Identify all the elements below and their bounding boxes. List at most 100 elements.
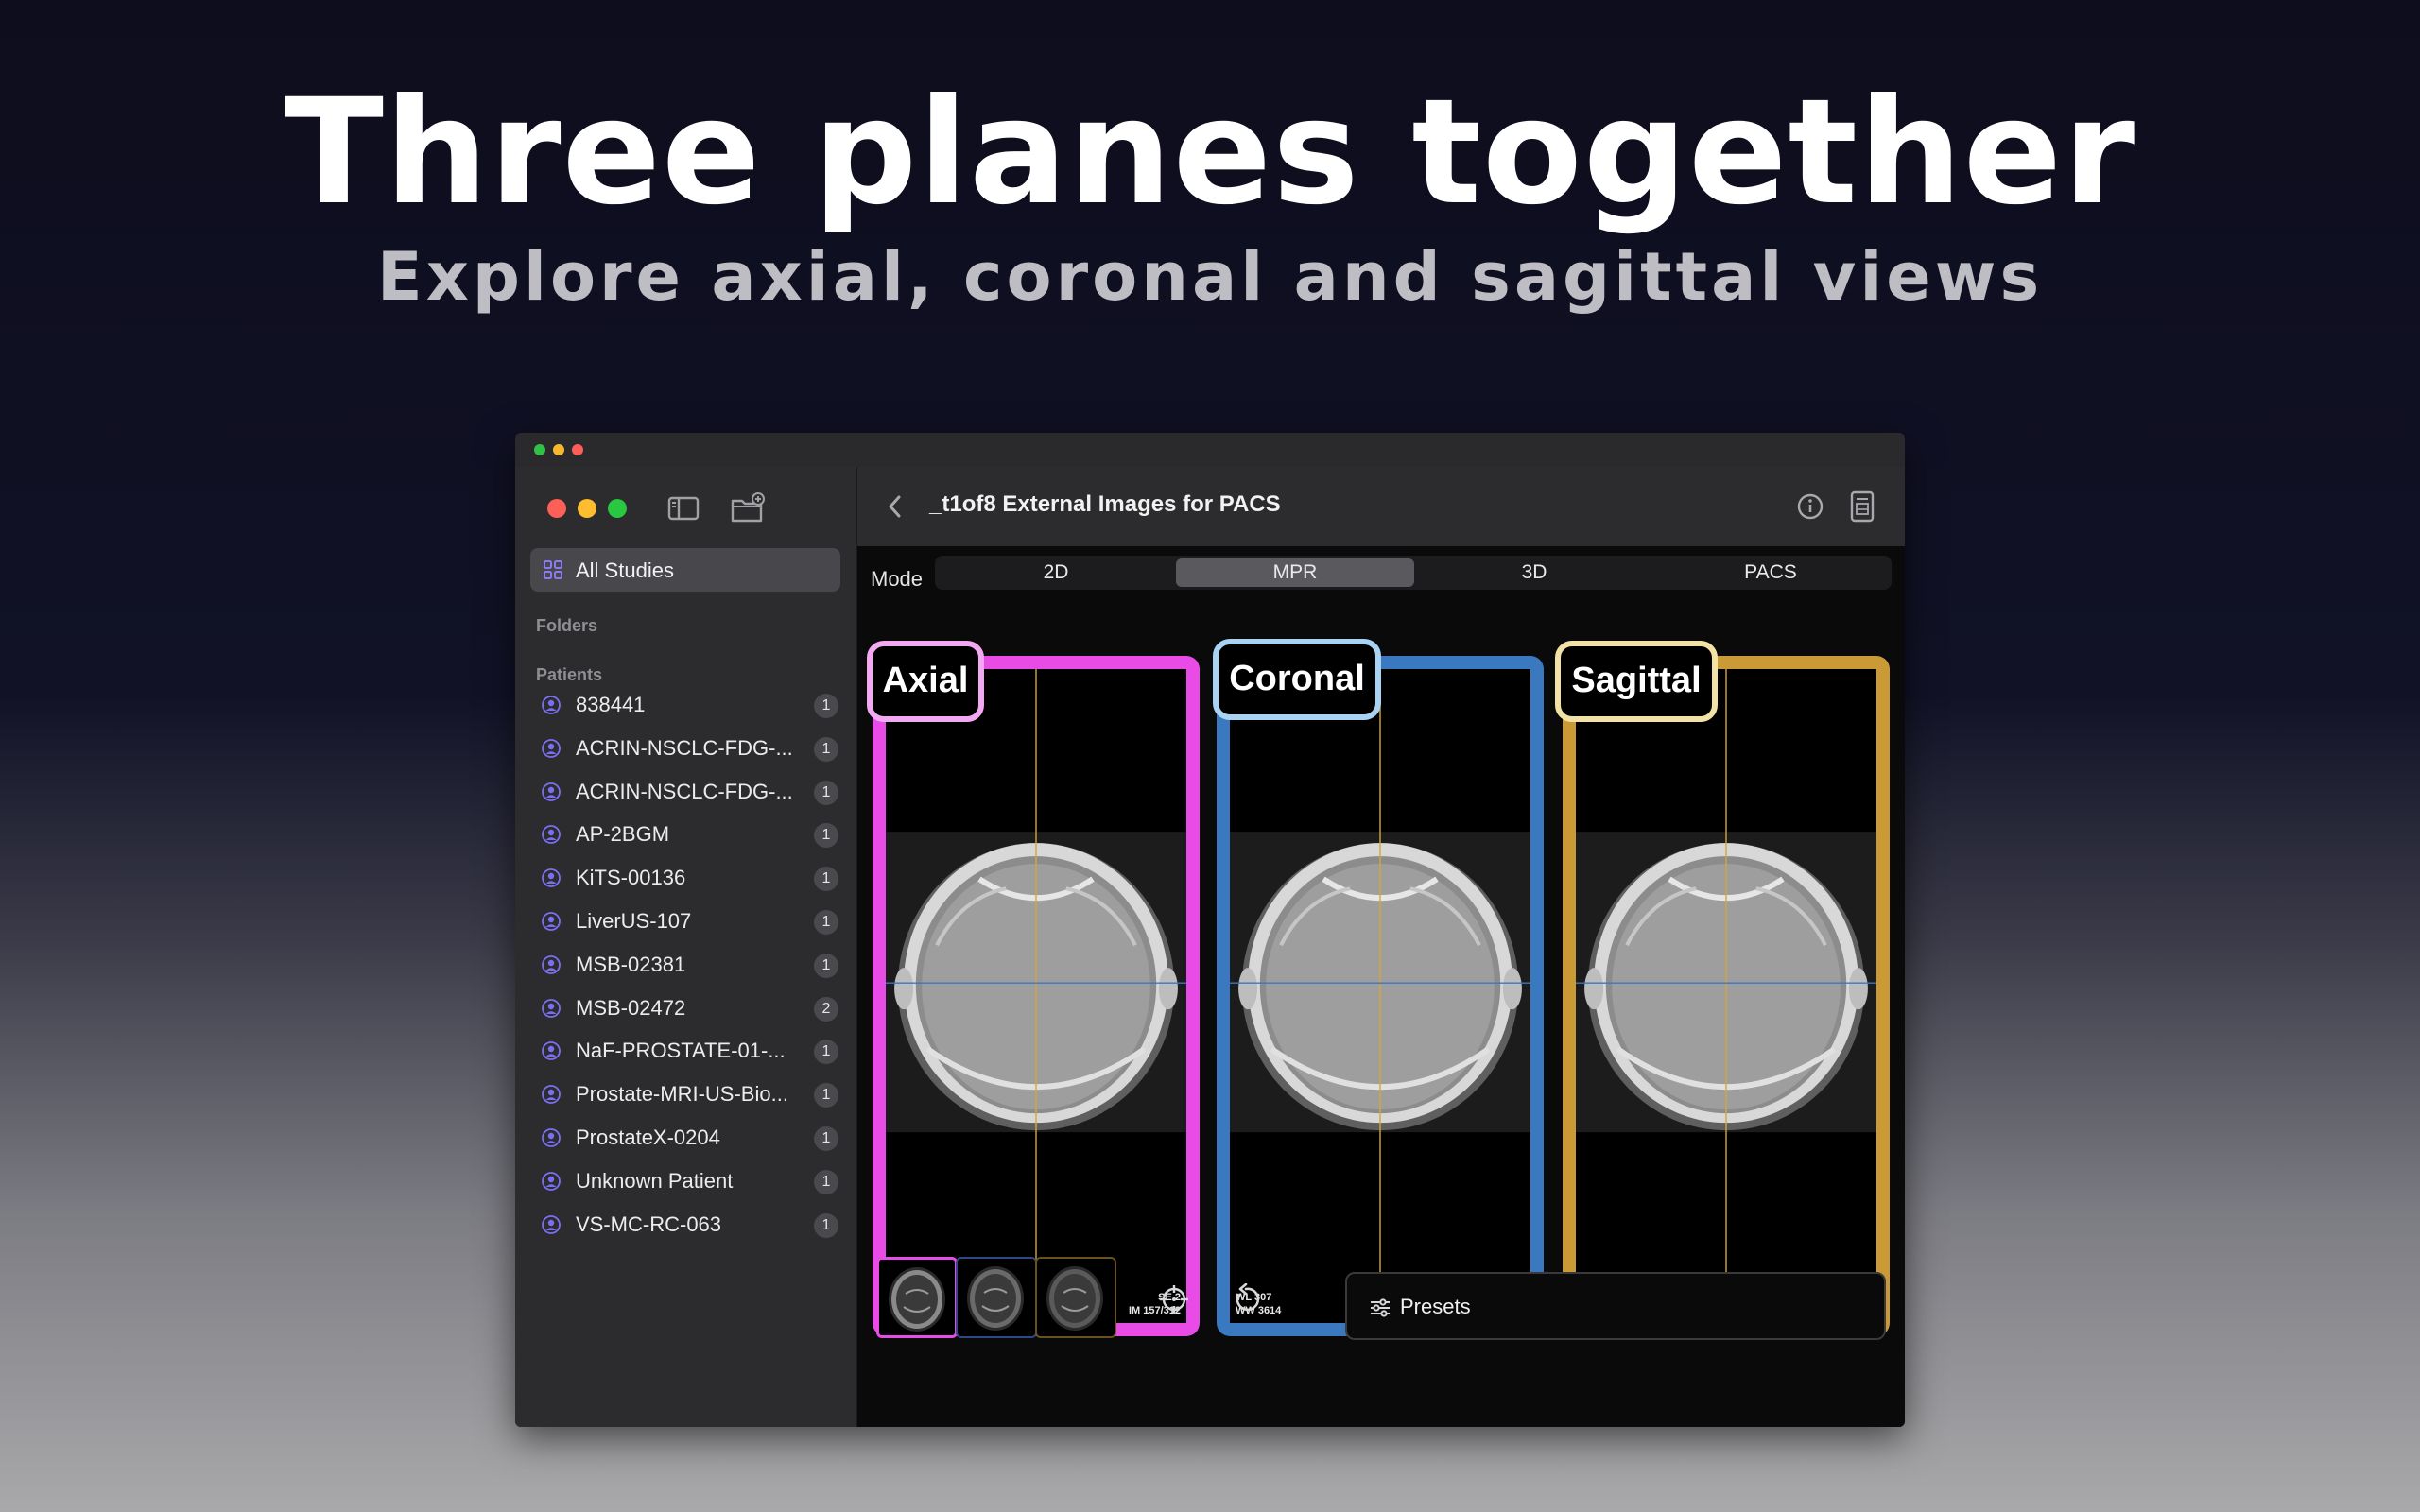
info-icon[interactable] [1795,491,1825,522]
person-circle-icon [542,912,561,931]
person-circle-icon [542,1041,561,1061]
sidebar: All Studies Folders Patients 838441 1 ACRI… [515,467,857,1427]
main-panel: _t1of8 External Images for PACS Mode 2D … [857,467,1905,1427]
sagittal-label: Sagittal [1555,641,1718,722]
series-thumbnail-2[interactable] [956,1257,1037,1338]
patient-item[interactable]: 838441 1 [530,686,840,724]
grid-icon [544,560,562,579]
mode-3d[interactable]: 3D [1415,558,1653,587]
presets-button[interactable]: Presets [1345,1272,1886,1340]
patient-name: MSB-02381 [576,952,686,976]
patient-item[interactable]: Unknown Patient 1 [530,1162,840,1200]
person-circle-icon [542,998,561,1018]
patient-name: Unknown Patient [576,1168,734,1193]
reset-rotate-icon[interactable] [1230,1283,1262,1315]
sliders-icon [1371,1298,1390,1317]
ct-slice-image [886,669,1186,1323]
patient-item[interactable]: Prostate-MRI-US-Bio... 1 [530,1075,840,1113]
study-title: _t1of8 External Images for PACS [929,491,1281,517]
new-folder-icon[interactable] [729,490,767,527]
patient-name: NaF-PROSTATE-01-... [576,1039,786,1063]
patient-item[interactable]: MSB-02381 1 [530,946,840,984]
study-count-badge: 1 [814,867,838,892]
series-preview-image [958,1259,1035,1336]
patient-item[interactable]: NaF-PROSTATE-01-... 1 [530,1032,840,1070]
coronal-viewport[interactable]: WL 307WW 3614SE 2IM 157/312 [1217,656,1544,1336]
patient-item[interactable]: LiverUS-107 1 [530,902,840,940]
study-count-badge: 1 [814,1126,838,1151]
zoom-window-button[interactable] [608,499,627,518]
mode-segmented-control: 2D MPR 3D PACS [935,556,1892,590]
presets-label: Presets [1400,1295,1471,1318]
patient-name: ACRIN-NSCLC-FDG-... [576,735,793,760]
patient-name: KiTS-00136 [576,866,686,890]
patient-item[interactable]: ACRIN-NSCLC-FDG-... 1 [530,730,840,767]
ct-slice-image [1230,669,1530,1323]
study-count-badge: 1 [814,953,838,978]
mode-2d[interactable]: 2D [937,558,1175,587]
patient-name: ProstateX-0204 [576,1125,720,1149]
patient-name: VS-MC-RC-063 [576,1211,722,1236]
series-thumbnail-3[interactable] [1035,1257,1116,1338]
patient-item[interactable]: AP-2BGM 1 [530,816,840,853]
person-circle-icon [542,782,561,801]
person-circle-icon [542,1214,561,1234]
person-circle-icon [542,1128,561,1147]
patient-name: Prostate-MRI-US-Bio... [576,1082,788,1107]
patient-item[interactable]: KiTS-00136 1 [530,859,840,897]
patient-name: ACRIN-NSCLC-FDG-... [576,779,793,803]
viewport-image: WL 307WW 3614SE 2IM 157/312 [886,669,1186,1323]
hero-subtitle: Explore axial, coronal and sagittal view… [376,238,2044,316]
study-count-badge: 1 [814,694,838,718]
all-studies-item[interactable]: All Studies [530,548,840,592]
person-circle-icon [542,954,561,974]
all-studies-label: All Studies [576,558,674,582]
patient-name: MSB-02472 [576,995,686,1020]
crosshair-icon[interactable] [1158,1283,1190,1315]
patient-name: LiverUS-107 [576,909,692,933]
series-thumbnail-1[interactable] [876,1257,958,1338]
minimize-window-button[interactable] [578,499,596,518]
axial-viewport[interactable]: WL 307WW 3614SE 2IM 157/312 [873,656,1200,1336]
series-preview-image [879,1260,955,1335]
patient-item[interactable]: ACRIN-NSCLC-FDG-... 1 [530,773,840,811]
report-icon[interactable] [1846,490,1878,524]
patients-heading: Patients [536,665,603,684]
outer-yellow-dot[interactable] [553,444,564,455]
axial-label: Axial [867,641,984,722]
outer-green-dot[interactable] [534,444,545,455]
patient-name: 838441 [576,693,646,716]
patient-item[interactable]: VS-MC-RC-063 1 [530,1206,840,1244]
study-count-badge: 1 [814,910,838,935]
viewport-image: WL 307WW 3614SE 2IM 157/312 [1576,669,1876,1323]
study-count-badge: 1 [814,780,838,805]
person-circle-icon [542,825,561,845]
mode-mpr[interactable]: MPR [1176,558,1414,587]
study-count-badge: 1 [814,1169,838,1194]
person-circle-icon [542,738,561,758]
viewport-image: WL 307WW 3614SE 2IM 157/312 [1230,669,1530,1323]
patient-name: AP-2BGM [576,822,670,847]
study-count-badge: 1 [814,823,838,849]
mode-label: Mode [871,567,924,591]
sidebar-toggle-icon[interactable] [665,490,702,527]
outer-title-bar [515,433,1905,467]
patient-item[interactable]: MSB-02472 2 [530,989,840,1027]
study-count-badge: 2 [814,996,838,1022]
toolbar: _t1of8 External Images for PACS [857,467,1905,546]
back-chevron-icon[interactable] [884,493,907,520]
series-preview-image [1037,1259,1115,1336]
close-window-button[interactable] [547,499,566,518]
sagittal-viewport[interactable]: WL 307WW 3614SE 2IM 157/312 [1563,656,1890,1336]
study-count-badge: 1 [814,1083,838,1108]
patient-item[interactable]: ProstateX-0204 1 [530,1119,840,1157]
outer-red-dot[interactable] [572,444,583,455]
coronal-label: Coronal [1213,639,1381,720]
person-circle-icon [542,1171,561,1191]
app-window: All Studies Folders Patients 838441 1 ACRI… [515,433,1905,1427]
study-count-badge: 1 [814,736,838,762]
study-count-badge: 1 [814,1212,838,1238]
folders-heading: Folders [536,616,598,635]
mode-pacs[interactable]: PACS [1651,558,1890,587]
ct-slice-image [1576,669,1876,1323]
